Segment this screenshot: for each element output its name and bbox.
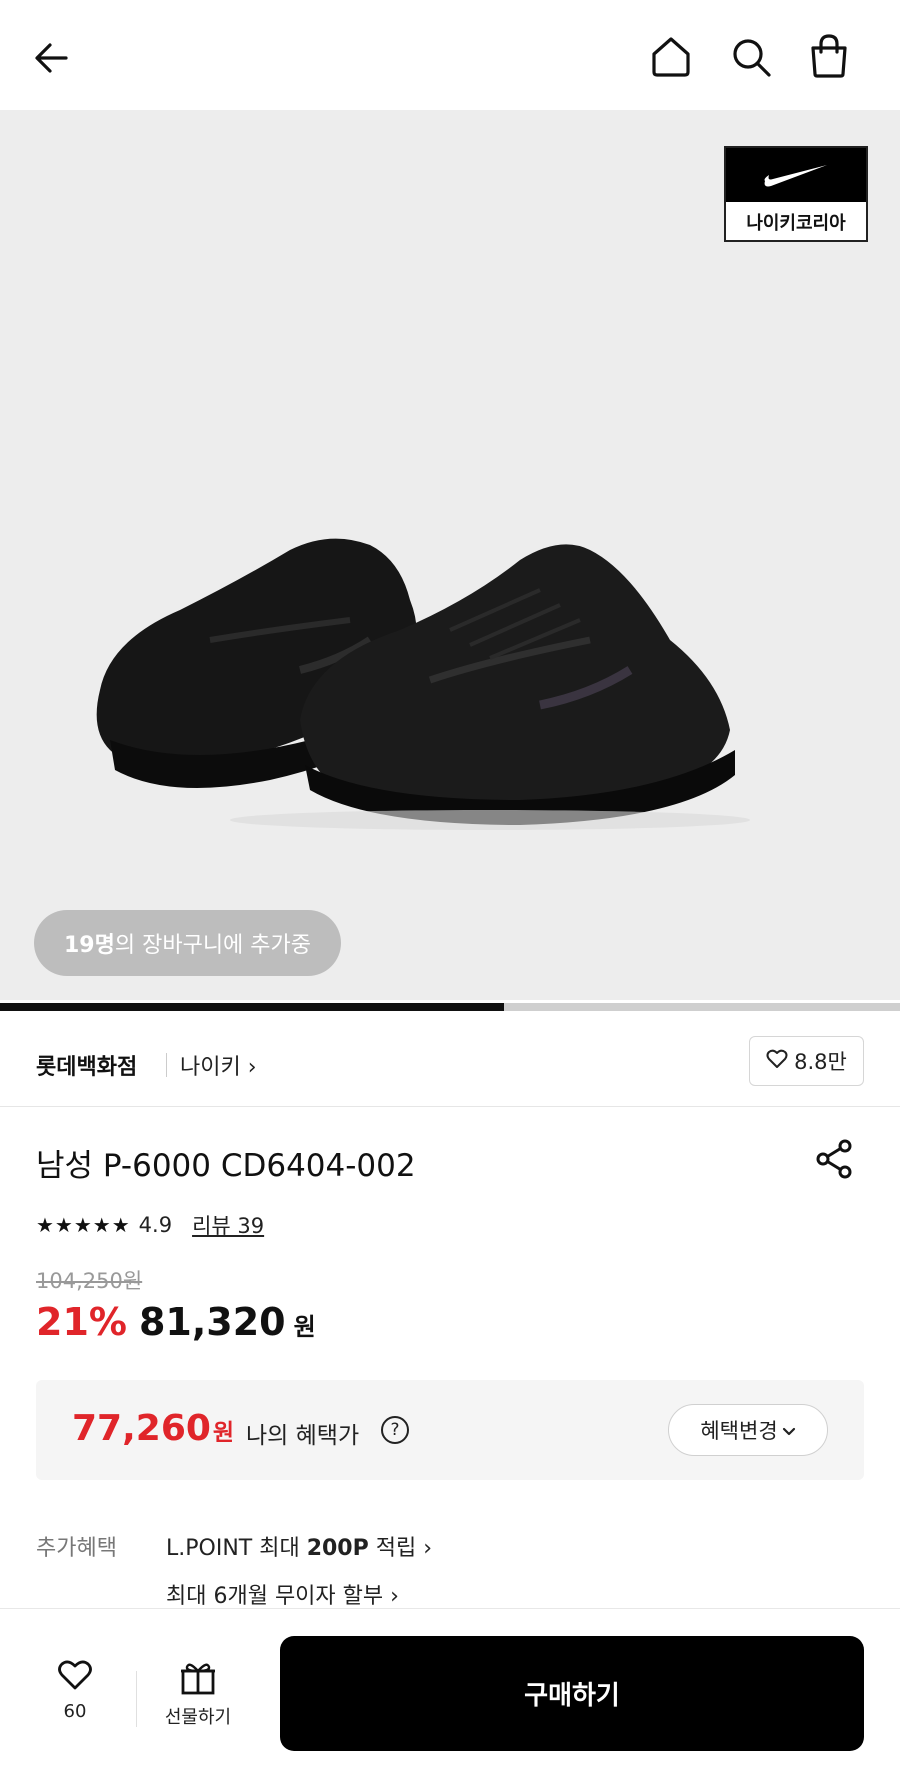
- gift-button[interactable]: 선물하기: [152, 1659, 244, 1729]
- extra-benefit-label: 추가혜택: [36, 1536, 117, 1561]
- benefit-price: 77,260 원: [72, 1408, 234, 1449]
- installment-benefit-link[interactable]: 최대 6개월 무이자 할부 ›: [166, 1578, 399, 1610]
- rating-row: ★★★★★ 4.9 리뷰 39: [36, 1210, 264, 1240]
- lpoint-suffix: 적립 ›: [368, 1536, 432, 1561]
- top-bar: [0, 0, 900, 110]
- price-unit: 원: [293, 1313, 316, 1341]
- change-benefit-label: 혜택변경: [700, 1419, 778, 1443]
- cart-activity-text: 의 장바구니에 추가중: [114, 933, 312, 958]
- buy-button[interactable]: 구매하기: [280, 1636, 864, 1751]
- back-arrow-icon[interactable]: [30, 36, 74, 80]
- bottom-action-bar: 60 선물하기 구매하기: [0, 1608, 900, 1775]
- heart-icon: [766, 1049, 788, 1074]
- shopping-bag-icon[interactable]: [806, 32, 852, 80]
- benefit-label: 나의 혜택가: [246, 1423, 360, 1449]
- change-benefit-button[interactable]: 혜택변경: [668, 1404, 828, 1456]
- gift-label: 선물하기: [164, 1707, 232, 1728]
- bottom-wishlist-button[interactable]: 60: [40, 1659, 110, 1722]
- review-link[interactable]: 리뷰 39: [192, 1210, 264, 1240]
- lpoint-benefit-link[interactable]: L.POINT 최대 200P 적립 ›: [166, 1530, 432, 1562]
- benefit-price-unit: 원: [212, 1420, 235, 1446]
- carousel-progress-fill: [0, 1003, 504, 1011]
- benefit-price-box: 77,260 원 나의 혜택가 ? 혜택변경: [36, 1380, 864, 1480]
- wishlist-count: 8.8만: [794, 1050, 847, 1074]
- rating-score: 4.9: [138, 1213, 173, 1237]
- brand-badge-text: 나이키코리아: [746, 213, 846, 234]
- help-icon[interactable]: ?: [381, 1416, 409, 1444]
- store-name[interactable]: 롯데백화점: [36, 1049, 137, 1081]
- original-price: 104,250원: [36, 1269, 143, 1293]
- wishlist-button[interactable]: 8.8만: [749, 1036, 864, 1086]
- home-icon[interactable]: [648, 34, 694, 80]
- discount-rate: 21%: [36, 1300, 127, 1344]
- search-icon[interactable]: [728, 34, 774, 80]
- product-photo: [96, 538, 750, 830]
- carousel-progress-bar: [0, 1003, 900, 1011]
- chevron-right-icon: ›: [247, 1055, 257, 1080]
- brand-logo-badge: 나이키코리아: [724, 146, 868, 242]
- sale-price: 81,320: [138, 1300, 286, 1344]
- bottom-wishlist-count: 60: [63, 1701, 87, 1722]
- cart-activity-badge: 19명 의 장바구니에 추가중: [34, 910, 342, 976]
- product-image-carousel[interactable]: 나이키코리아 19명 의 장바구니에 추가중: [0, 110, 900, 1000]
- chevron-down-icon: [782, 1418, 796, 1442]
- share-icon[interactable]: [812, 1136, 858, 1182]
- product-title: 남성 P-6000 CD6404-002: [36, 1148, 416, 1184]
- star-rating-icons: ★★★★★: [36, 1213, 131, 1237]
- heart-icon: [40, 1659, 110, 1695]
- gift-icon: [152, 1659, 244, 1699]
- cart-count: 19명: [64, 933, 115, 958]
- benefit-price-value: 77,260: [72, 1408, 211, 1449]
- lpoint-amount: 200P: [306, 1536, 369, 1561]
- swoosh-logo-icon: [726, 148, 866, 202]
- brand-link[interactable]: 나이키 ›: [180, 1049, 257, 1081]
- brand-name: 나이키: [180, 1055, 241, 1080]
- lpoint-text: L.POINT 최대: [166, 1536, 307, 1561]
- price-row: 21% 81,320 원: [36, 1300, 316, 1344]
- divider: [136, 1671, 137, 1727]
- divider: [166, 1053, 167, 1077]
- brand-row: 롯데백화점 나이키 › 8.8만: [0, 1011, 900, 1107]
